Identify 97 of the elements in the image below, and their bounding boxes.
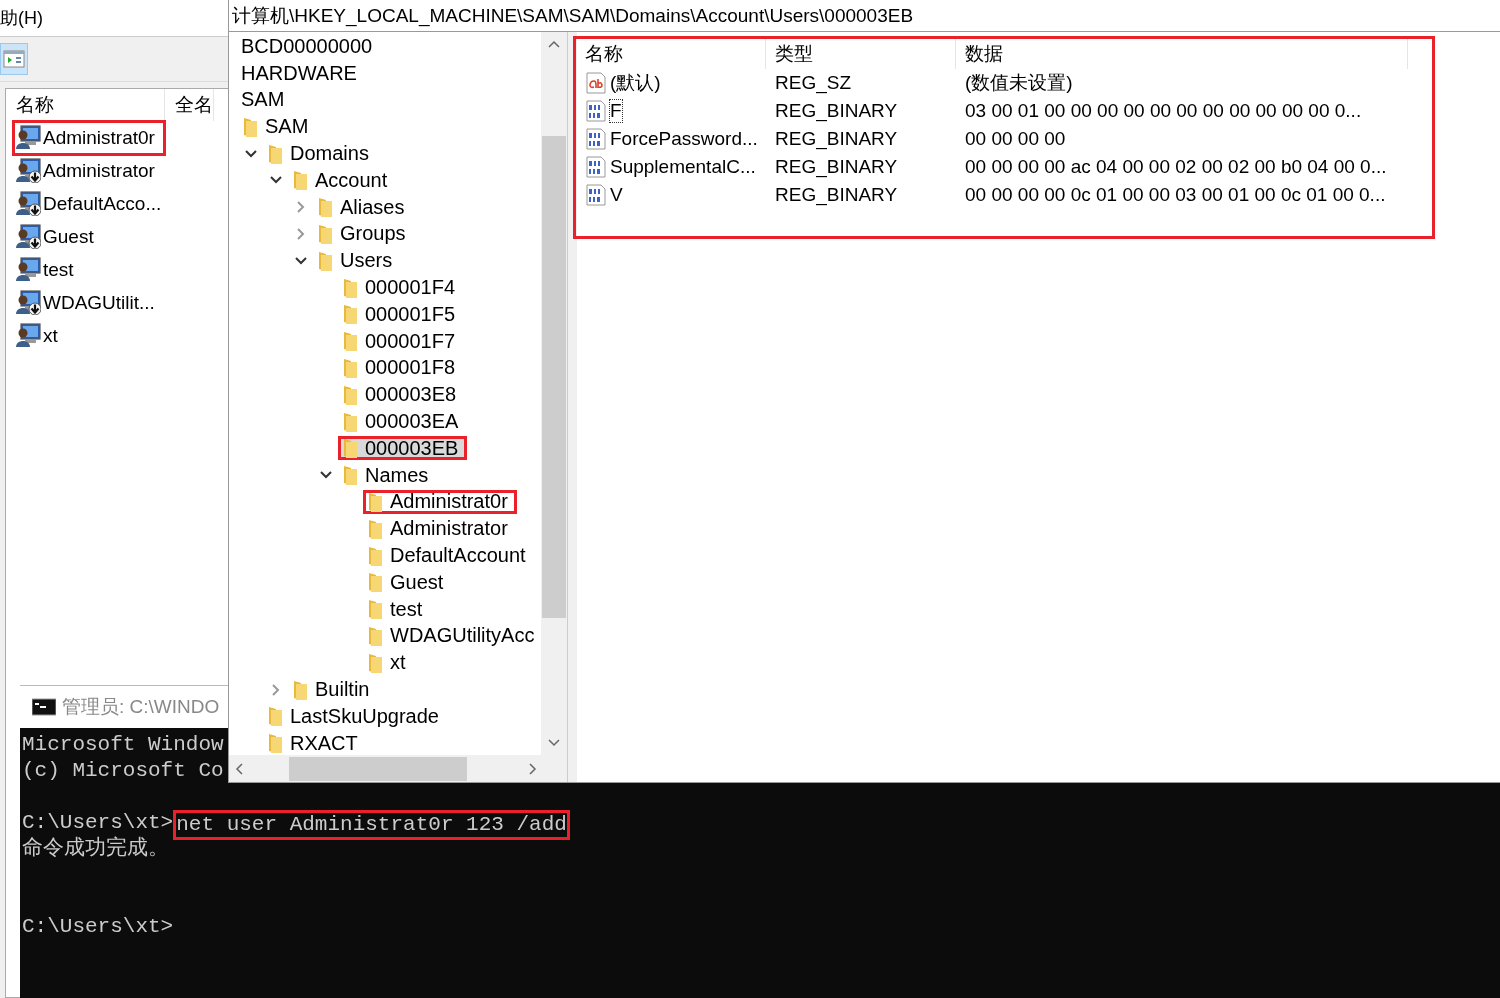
- tree-item[interactable]: SAM: [238, 88, 294, 112]
- value-data: 00 00 00 00: [964, 128, 1067, 150]
- console-line: C:\Users\xt>: [22, 914, 174, 940]
- scrollbar-thumb[interactable]: [289, 756, 467, 781]
- column-header[interactable]: 名称: [6, 89, 165, 121]
- value-name[interactable]: ForcePassword...: [610, 128, 758, 150]
- value-name[interactable]: V: [610, 184, 623, 206]
- menu-item[interactable]: 助(H): [0, 6, 43, 30]
- tree-item[interactable]: Builtin: [288, 677, 379, 702]
- scroll-left-icon: [235, 762, 243, 775]
- value-name[interactable]: (默认): [610, 70, 661, 96]
- value-name[interactable]: F: [610, 100, 622, 122]
- tree-item[interactable]: BCD00000000: [238, 34, 382, 59]
- column-header[interactable]: 类型: [766, 39, 956, 69]
- tree-item[interactable]: 000001F5: [338, 302, 465, 327]
- tree-item[interactable]: Users: [313, 248, 402, 273]
- folder-icon: [241, 115, 259, 138]
- binary-value-icon: [584, 127, 608, 151]
- value-type: REG_SZ: [774, 72, 853, 94]
- tree-item[interactable]: 000001F4: [338, 275, 465, 300]
- window-icon: [3, 49, 25, 69]
- tree-item[interactable]: WDAGUtilityAcc: [363, 623, 541, 648]
- folder-icon: [291, 678, 309, 701]
- tree-item[interactable]: Domains: [263, 141, 378, 166]
- pane-splitter[interactable]: [568, 32, 577, 782]
- tree-item[interactable]: Account: [288, 168, 397, 193]
- tree-item[interactable]: RXACT: [263, 731, 367, 755]
- value-data: 03 00 01 00 00 00 00 00 00 00 00 00 00 00 0...: [964, 100, 1363, 122]
- console-line: 命令成功完成。: [22, 836, 169, 862]
- binary-value-icon: [584, 99, 608, 123]
- scrollbar-thumb[interactable]: [542, 136, 566, 618]
- tree-item[interactable]: Administrat0r: [363, 489, 517, 514]
- folder-icon: [341, 383, 359, 406]
- tree-item[interactable]: Administrator: [363, 516, 517, 541]
- folder-icon: [366, 490, 384, 513]
- folder-icon: [341, 356, 359, 379]
- string-value-icon: [584, 71, 608, 95]
- column-header[interactable]: 数据: [956, 39, 1408, 69]
- value-type: REG_BINARY: [774, 128, 899, 150]
- scroll-right-icon: [529, 762, 537, 775]
- console-icon: [32, 698, 56, 716]
- folder-icon: [366, 517, 384, 540]
- folder-icon: [341, 276, 359, 299]
- tree-item[interactable]: Groups: [313, 221, 415, 246]
- folder-icon: [366, 624, 384, 647]
- folder-icon: [366, 571, 384, 594]
- tree-item[interactable]: Names: [338, 463, 438, 488]
- tree-item[interactable]: 000001F7: [338, 329, 465, 354]
- tree-item[interactable]: LastSkuUpgrade: [263, 704, 448, 729]
- value-data: 00 00 00 00 ac 04 00 00 02 00 02 00 b0 04 00 0...: [964, 156, 1388, 178]
- tree-item[interactable]: DefaultAccount: [363, 543, 535, 568]
- folder-icon: [341, 410, 359, 433]
- binary-value-icon: [584, 155, 608, 179]
- horizontal-scrollbar[interactable]: [229, 755, 567, 782]
- folder-icon: [366, 544, 384, 567]
- value-type: REG_BINARY: [774, 100, 899, 122]
- console-line: Microsoft Window: [22, 732, 224, 758]
- value-type: REG_BINARY: [774, 184, 899, 206]
- value-data: 00 00 00 00 0c 01 00 00 03 00 01 00 0c 01 00 0...: [964, 184, 1387, 206]
- folder-icon: [316, 222, 334, 245]
- value-name[interactable]: SupplementalC...: [610, 156, 756, 178]
- folder-icon: [341, 303, 359, 326]
- column-header[interactable]: 全名: [165, 89, 214, 121]
- folder-icon: [291, 169, 309, 192]
- folder-icon: [266, 705, 284, 728]
- user-item[interactable]: Administrat0r: [12, 119, 166, 156]
- console-line: (c) Microsoft Co: [22, 758, 224, 784]
- tree-item[interactable]: 000001F8: [338, 355, 465, 380]
- tree-item[interactable]: test: [363, 597, 432, 622]
- folder-icon: [266, 142, 284, 165]
- tree-item[interactable]: 000003EA: [338, 409, 468, 434]
- folder-icon: [316, 196, 334, 219]
- folder-icon: [341, 330, 359, 353]
- console-prompt: C:\Users\xt>: [22, 810, 174, 836]
- tree-item[interactable]: Aliases: [313, 195, 414, 220]
- tree-item[interactable]: Guest: [363, 570, 453, 595]
- folder-icon: [341, 464, 359, 487]
- tree-item[interactable]: 000003E8: [338, 382, 466, 407]
- console-command: net user Administrat0r 123 /add: [173, 810, 570, 840]
- toolbar-button[interactable]: [0, 43, 28, 75]
- folder-icon: [341, 437, 359, 460]
- value-data: (数值未设置): [964, 71, 1074, 95]
- scroll-down-icon: [548, 739, 560, 747]
- tree-item[interactable]: HARDWARE: [238, 61, 366, 86]
- tree-item[interactable]: 000003EB: [338, 436, 468, 461]
- folder-icon: [316, 249, 334, 272]
- tree-item[interactable]: SAM: [238, 114, 318, 139]
- window-title: 管理员: C:\WINDO: [62, 695, 220, 719]
- tree-item[interactable]: xt: [363, 650, 415, 675]
- folder-icon: [366, 598, 384, 621]
- binary-value-icon: [584, 183, 608, 207]
- folder-icon: [366, 651, 384, 674]
- column-header[interactable]: 名称: [576, 39, 766, 69]
- folder-icon: [266, 732, 284, 755]
- scroll-up-icon: [548, 40, 560, 48]
- vertical-scrollbar[interactable]: [541, 32, 567, 755]
- value-type: REG_BINARY: [774, 156, 899, 178]
